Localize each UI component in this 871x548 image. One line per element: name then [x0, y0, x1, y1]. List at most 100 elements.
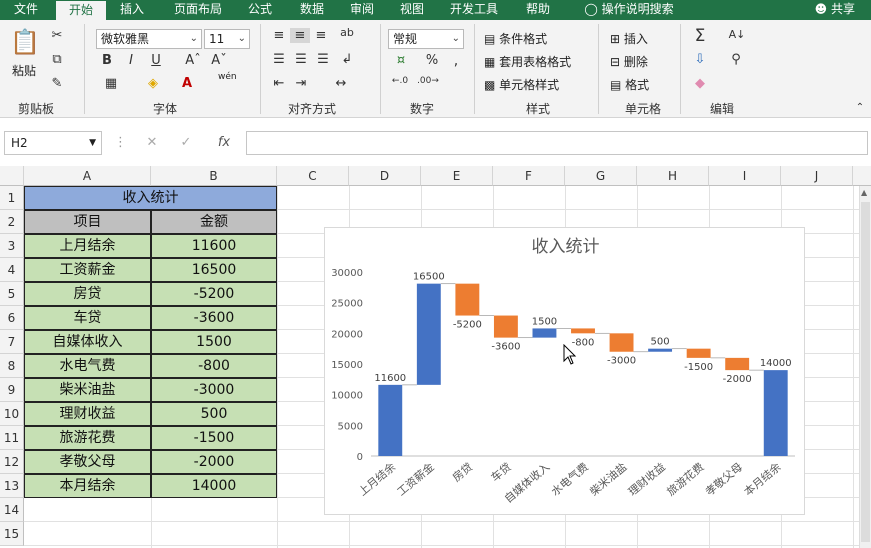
select-all-corner[interactable]	[0, 166, 24, 186]
row-header[interactable]: 9	[0, 378, 24, 402]
row-header[interactable]: 14	[0, 498, 24, 522]
tell-me-search[interactable]: ◯ 操作说明搜索	[574, 0, 684, 20]
header-amount-cell[interactable]: 金额	[151, 210, 277, 234]
item-cell[interactable]: 自媒体收入	[24, 330, 151, 354]
row-header[interactable]: 6	[0, 306, 24, 330]
tab-developer[interactable]: 开发工具	[442, 0, 506, 20]
conditional-formatting-button[interactable]: ▤ 条件格式	[484, 30, 547, 47]
delete-cells-button[interactable]: ⊟ 删除	[610, 53, 648, 70]
amount-cell[interactable]: -5200	[151, 282, 277, 306]
increase-decimal-icon[interactable]: ←.0	[388, 76, 412, 86]
fill-icon[interactable]: ⇩	[690, 52, 710, 67]
row-header[interactable]: 1	[0, 186, 24, 210]
item-cell[interactable]: 柴米油盐	[24, 378, 151, 402]
fill-color-icon[interactable]: ◈	[142, 76, 164, 91]
amount-cell[interactable]: -2000	[151, 450, 277, 474]
underline-icon[interactable]: U	[146, 53, 166, 68]
bold-icon[interactable]: B	[100, 53, 114, 68]
row-header[interactable]: 11	[0, 426, 24, 450]
row-header[interactable]: 10	[0, 402, 24, 426]
enter-icon[interactable]: ✓	[178, 135, 194, 150]
insert-function-button[interactable]: fx	[214, 135, 234, 150]
grow-font-icon[interactable]: Aˆ	[184, 53, 202, 68]
row-header[interactable]: 7	[0, 330, 24, 354]
align-center-icon[interactable]: ☰	[292, 52, 310, 67]
wrap-text-icon[interactable]: ↲	[338, 52, 356, 67]
column-header[interactable]: F	[493, 166, 565, 186]
row-header[interactable]: 12	[0, 450, 24, 474]
increase-indent-icon[interactable]: ⇥	[292, 76, 310, 91]
comma-style-icon[interactable]: ,	[448, 53, 464, 69]
item-cell[interactable]: 本月结余	[24, 474, 151, 498]
row-header[interactable]: 5	[0, 282, 24, 306]
amount-cell[interactable]: -800	[151, 354, 277, 378]
tab-file[interactable]: 文件	[0, 0, 52, 20]
number-format-select[interactable]: 常规 ⌄	[388, 29, 464, 49]
merge-center-icon[interactable]: ↔	[330, 76, 352, 91]
amount-cell[interactable]: 500	[151, 402, 277, 426]
tab-home[interactable]: 开始	[56, 0, 106, 20]
item-cell[interactable]: 工资薪金	[24, 258, 151, 282]
row-header[interactable]: 2	[0, 210, 24, 234]
tab-page-layout[interactable]: 页面布局	[162, 0, 234, 20]
align-right-icon[interactable]: ☰	[314, 52, 332, 67]
name-box[interactable]: H2 ▼	[4, 131, 102, 155]
align-top-icon[interactable]: ≡	[270, 28, 288, 43]
waterfall-chart[interactable]: 收入统计 0 5000 10000 15000 20000 25000 30000 11600 上…	[324, 227, 805, 515]
column-header[interactable]: J	[781, 166, 853, 186]
cell-styles-button[interactable]: ▩ 单元格样式	[484, 76, 559, 93]
shrink-font-icon[interactable]: Aˇ	[210, 53, 228, 68]
column-header[interactable]: G	[565, 166, 637, 186]
orientation-icon[interactable]: ab	[338, 26, 356, 39]
decrease-indent-icon[interactable]: ⇤	[270, 76, 288, 91]
currency-icon[interactable]: ¤	[392, 53, 410, 68]
row-header[interactable]: 13	[0, 474, 24, 498]
row-header[interactable]: 4	[0, 258, 24, 282]
column-header[interactable]: E	[421, 166, 493, 186]
tab-view[interactable]: 视图	[390, 0, 434, 20]
item-cell[interactable]: 旅游花费	[24, 426, 151, 450]
vertical-scrollbar[interactable]: ▲	[859, 186, 871, 548]
tab-help[interactable]: 帮助	[516, 0, 560, 20]
clear-icon[interactable]: ◆	[690, 76, 710, 91]
amount-cell[interactable]: -3000	[151, 378, 277, 402]
header-item-cell[interactable]: 项目	[24, 210, 151, 234]
tab-review[interactable]: 审阅	[340, 0, 384, 20]
font-name-select[interactable]: 微软雅黑 ⌄	[96, 29, 202, 49]
column-header[interactable]: A	[24, 166, 151, 186]
amount-cell[interactable]: -3600	[151, 306, 277, 330]
align-left-icon[interactable]: ☰	[270, 52, 288, 67]
percent-icon[interactable]: %	[424, 53, 440, 68]
autosum-icon[interactable]: Σ	[690, 26, 710, 46]
item-cell[interactable]: 理财收益	[24, 402, 151, 426]
find-select-icon[interactable]: ⚲	[726, 52, 746, 67]
paste-icon[interactable]: 📋	[10, 28, 40, 58]
cut-icon[interactable]: ✂	[48, 28, 66, 43]
row-header[interactable]: 15	[0, 522, 24, 546]
column-header[interactable]: B	[151, 166, 277, 186]
scroll-up-icon[interactable]: ▲	[861, 188, 867, 197]
sort-filter-icon[interactable]: A↓	[726, 28, 748, 41]
column-header[interactable]: I	[709, 166, 781, 186]
share-button[interactable]: ☻ 共享	[815, 0, 855, 18]
column-header[interactable]: H	[637, 166, 709, 186]
amount-cell[interactable]: 11600	[151, 234, 277, 258]
amount-cell[interactable]: 1500	[151, 330, 277, 354]
column-header[interactable]: C	[277, 166, 349, 186]
font-size-select[interactable]: 11 ⌄	[204, 29, 250, 49]
collapse-ribbon-icon[interactable]: ⌃	[854, 102, 866, 113]
font-color-icon[interactable]: A	[176, 76, 198, 91]
cancel-icon[interactable]: ✕	[144, 135, 160, 150]
format-painter-icon[interactable]: ✎	[48, 76, 66, 91]
amount-cell[interactable]: 16500	[151, 258, 277, 282]
column-header[interactable]: D	[349, 166, 421, 186]
format-as-table-button[interactable]: ▦ 套用表格格式	[484, 53, 571, 70]
item-cell[interactable]: 上月结余	[24, 234, 151, 258]
tab-formulas[interactable]: 公式	[238, 0, 282, 20]
item-cell[interactable]: 车贷	[24, 306, 151, 330]
scrollbar-thumb[interactable]	[861, 202, 870, 542]
tab-insert[interactable]: 插入	[110, 0, 154, 20]
decrease-decimal-icon[interactable]: .00→	[416, 76, 440, 86]
italic-icon[interactable]: I	[124, 53, 138, 68]
tab-data[interactable]: 数据	[290, 0, 334, 20]
